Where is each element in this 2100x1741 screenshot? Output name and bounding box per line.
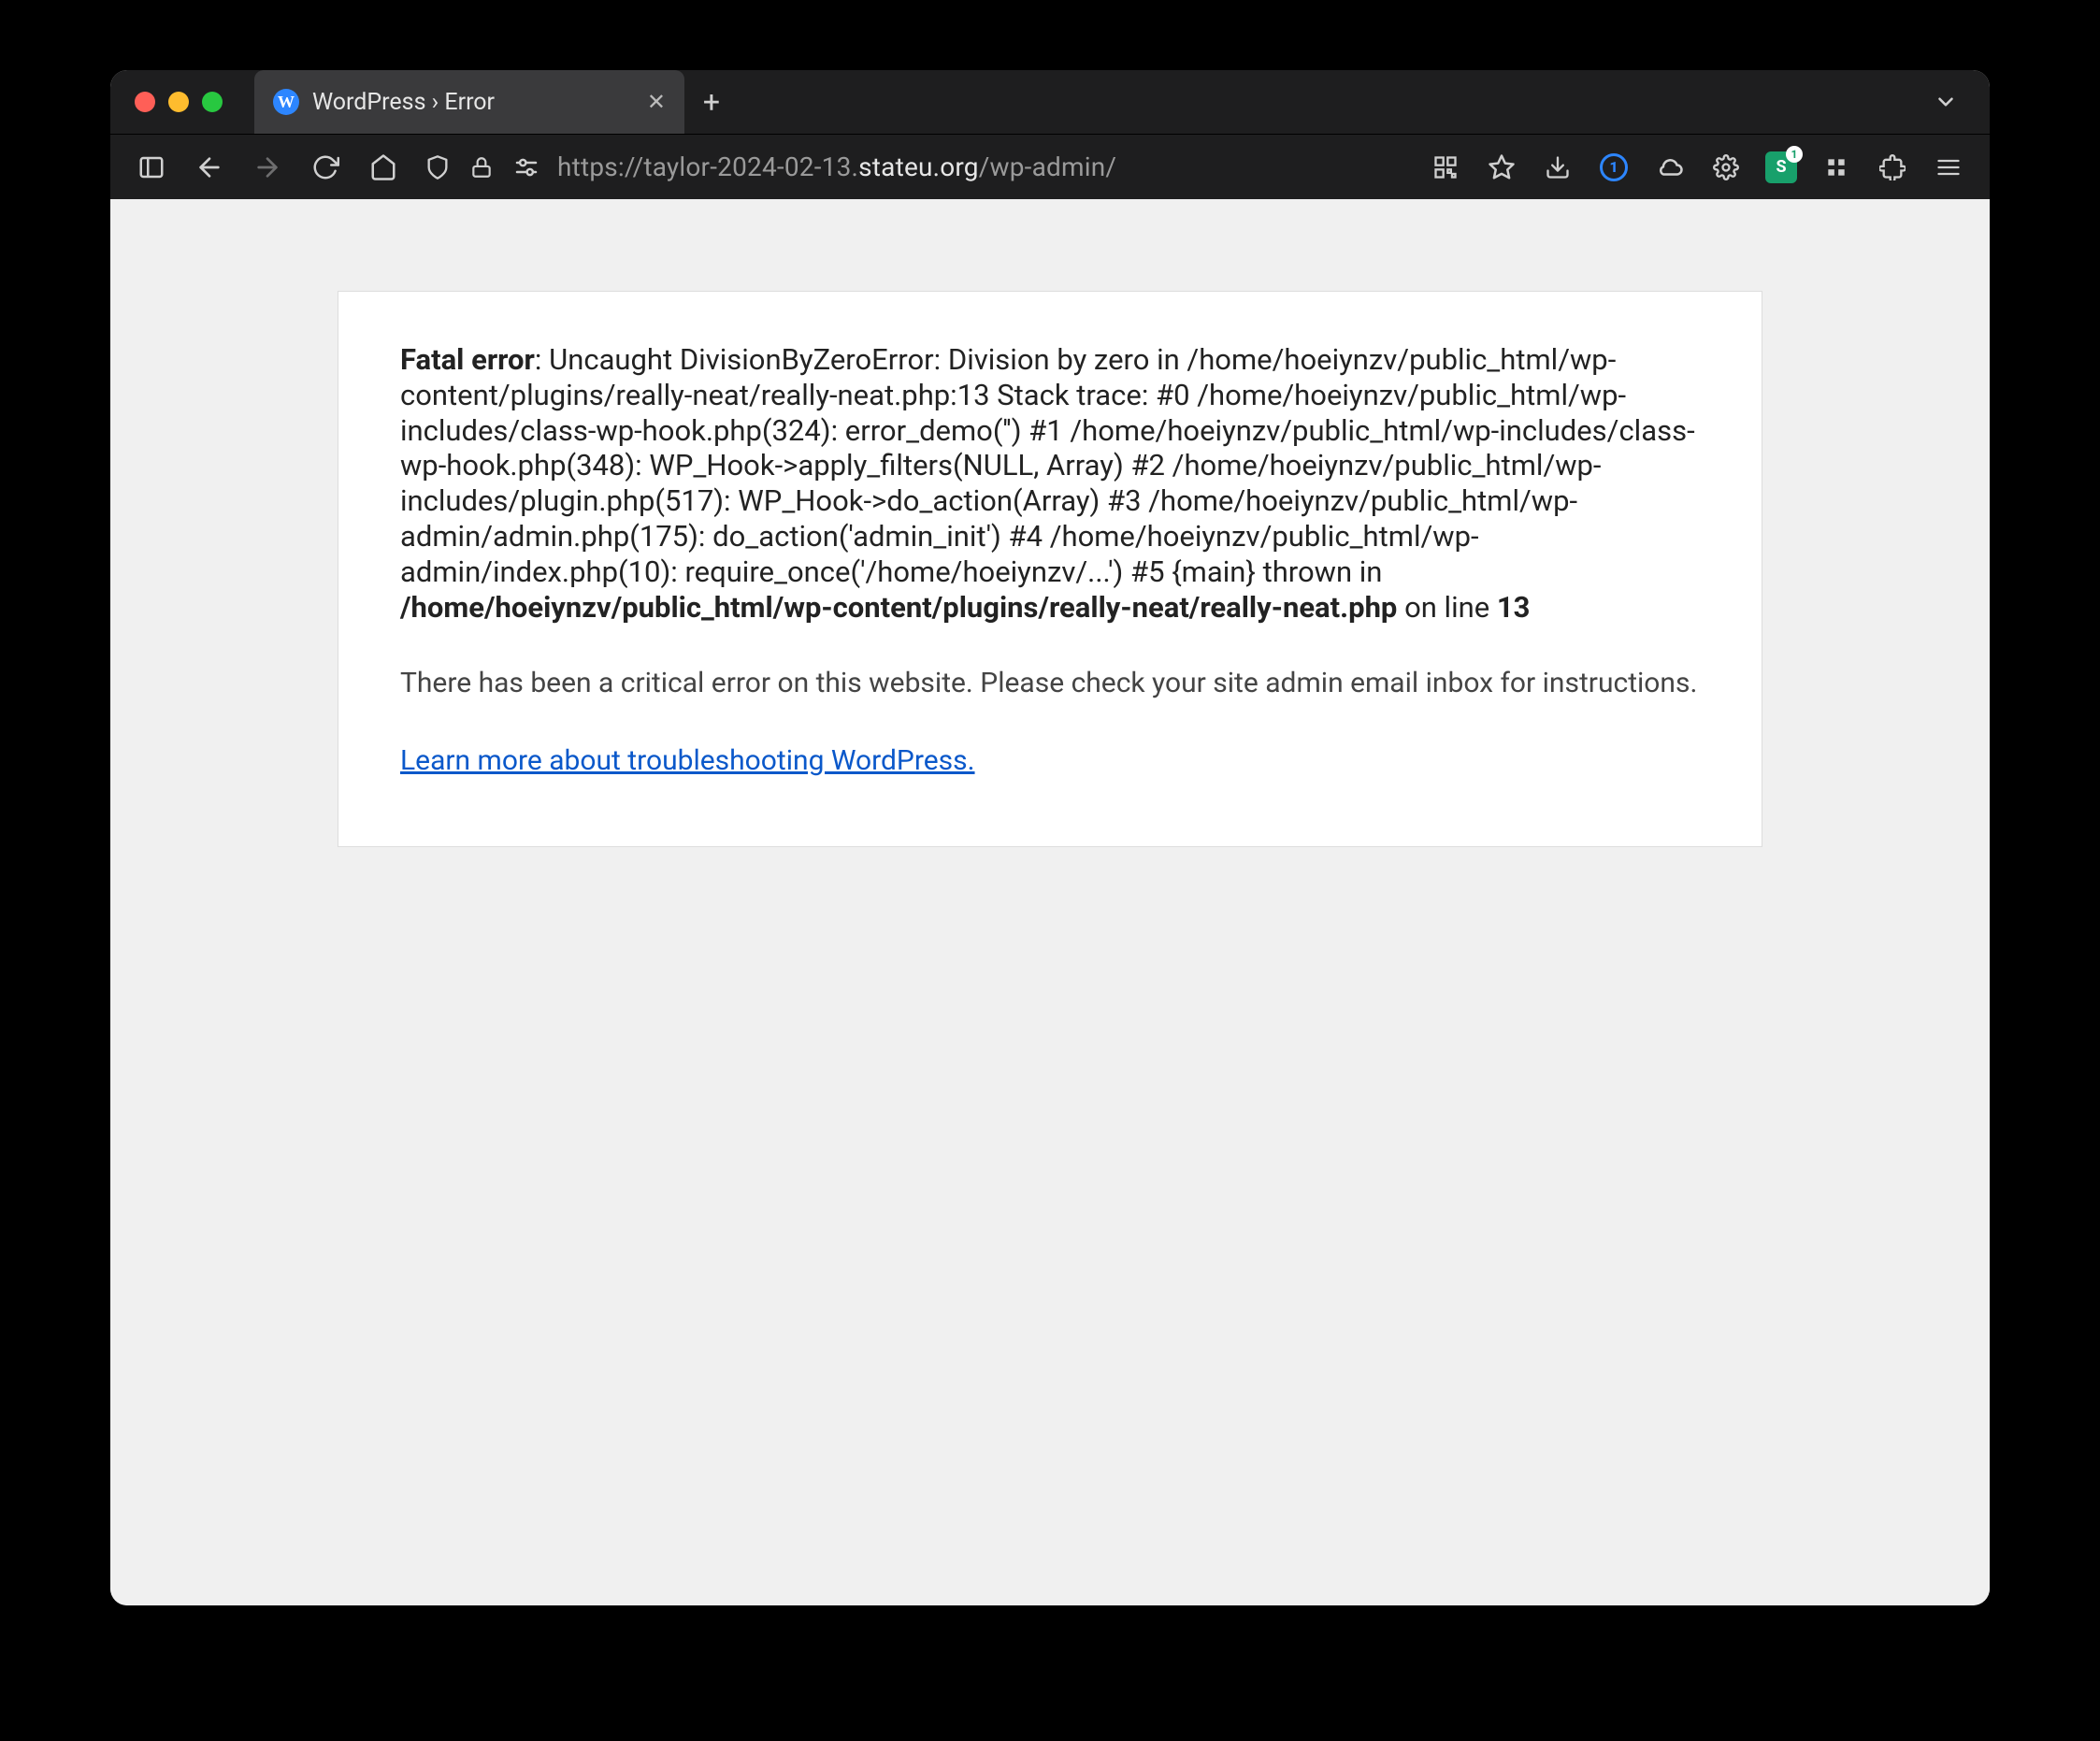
url-path: /wp-admin/ (979, 151, 1116, 182)
gear-icon[interactable] (1709, 151, 1743, 184)
page-content: Fatal error: Uncaught DivisionByZeroErro… (110, 199, 1990, 1605)
fatal-error-line: 13 (1497, 590, 1531, 625)
troubleshoot-link[interactable]: Learn more about troubleshooting WordPre… (400, 744, 975, 777)
home-button[interactable] (367, 151, 400, 184)
back-button[interactable] (193, 151, 226, 184)
tab-title: WordPress › Error (312, 89, 495, 116)
1password-icon[interactable]: 1 (1597, 151, 1631, 184)
tabs-overflow-button[interactable] (1934, 90, 1958, 114)
new-tab-button[interactable]: + (684, 70, 739, 134)
permissions-icon[interactable] (512, 153, 540, 181)
reload-button[interactable] (309, 151, 342, 184)
url-host: stateu.org (858, 151, 979, 182)
minimize-window-button[interactable] (168, 92, 189, 112)
extensions-puzzle-icon[interactable] (1876, 151, 1909, 184)
fatal-error-body: : Uncaught DivisionByZeroError: Division… (400, 342, 1695, 589)
extension-badge[interactable]: S 1 (1765, 151, 1797, 183)
downloads-icon[interactable] (1541, 151, 1575, 184)
browser-window: W WordPress › Error ✕ + (110, 70, 1990, 1605)
close-window-button[interactable] (135, 92, 155, 112)
fatal-error-online: on line (1397, 590, 1497, 625)
forward-button (251, 151, 284, 184)
menu-button[interactable] (1932, 151, 1965, 184)
error-card: Fatal error: Uncaught DivisionByZeroErro… (338, 291, 1762, 847)
shield-icon[interactable] (424, 154, 451, 180)
bookmark-star-icon[interactable] (1485, 151, 1518, 184)
sidebar-toggle-button[interactable] (135, 151, 168, 184)
tab-close-button[interactable]: ✕ (647, 89, 666, 115)
tab-strip: W WordPress › Error ✕ + (254, 70, 1934, 134)
cloud-icon[interactable] (1653, 151, 1687, 184)
fatal-error-file: /home/hoeiynzv/public_html/wp-content/pl… (400, 590, 1397, 625)
tab-active[interactable]: W WordPress › Error ✕ (254, 70, 684, 134)
window-controls (135, 92, 223, 112)
toolbar-right: 1 S 1 (1429, 151, 1965, 184)
url-bar[interactable]: https://taylor-2024-02-13.stateu.org/wp-… (424, 151, 1404, 182)
toolbar: https://taylor-2024-02-13.stateu.org/wp-… (110, 134, 1990, 199)
extension-letter: S (1776, 157, 1786, 177)
critical-error-text: There has been a critical error on this … (400, 667, 1700, 699)
titlebar-right (1934, 90, 1975, 114)
apps-icon[interactable] (1820, 151, 1853, 184)
qr-icon[interactable] (1429, 151, 1462, 184)
extension-count: 1 (1786, 146, 1803, 163)
wordpress-favicon-icon: W (273, 89, 299, 115)
fatal-error-label: Fatal error (400, 342, 535, 377)
url-text: https://taylor-2024-02-13.stateu.org/wp-… (557, 151, 1116, 182)
url-prefix: https://taylor-2024-02-13. (557, 151, 858, 182)
lock-icon[interactable] (469, 155, 494, 180)
maximize-window-button[interactable] (202, 92, 223, 112)
fatal-error-message: Fatal error: Uncaught DivisionByZeroErro… (400, 342, 1700, 626)
titlebar: W WordPress › Error ✕ + (110, 70, 1990, 134)
